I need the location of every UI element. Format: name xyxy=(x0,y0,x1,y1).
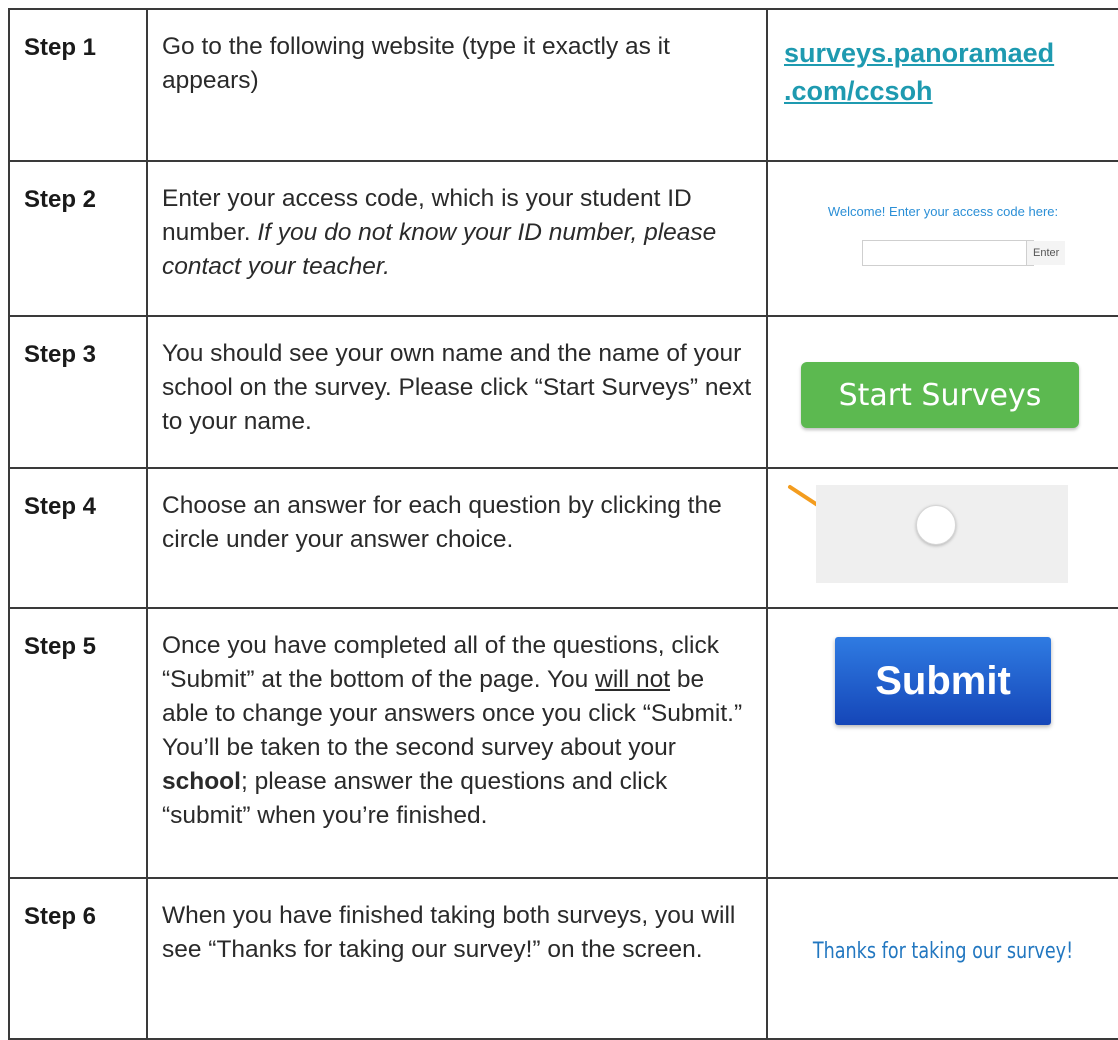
start-surveys-button[interactable]: Start Surveys xyxy=(801,362,1079,428)
thanks-message: Thanks for taking our survey! xyxy=(812,939,1074,964)
step-row-1: Step 1 Go to the following website (type… xyxy=(8,8,1118,162)
step-label: Step 5 xyxy=(24,633,97,660)
step-label: Step 3 xyxy=(24,341,97,368)
enter-button[interactable]: Enter xyxy=(1026,241,1066,265)
step-text: You should see your own name and the nam… xyxy=(162,340,752,435)
answer-choice-panel xyxy=(816,485,1068,583)
access-code-prompt: Welcome! Enter your access code here: xyxy=(827,204,1059,219)
step-text: Choose an answer for each question by cl… xyxy=(162,492,722,553)
step-row-2: Step 2 Enter your access code, which is … xyxy=(8,160,1118,317)
instructions-table: Step 1 Go to the following website (type… xyxy=(8,8,1118,1040)
step-text: When you have finished taking both surve… xyxy=(162,902,736,963)
step-text: Go to the following website (type it exa… xyxy=(162,33,670,94)
step-label: Step 6 xyxy=(24,903,97,930)
step-text-underline: will not xyxy=(595,666,671,693)
radio-circle-icon[interactable] xyxy=(916,505,956,545)
step-label: Step 4 xyxy=(24,493,97,520)
step-label: Step 2 xyxy=(24,186,97,213)
step-text-bold: school xyxy=(162,768,241,795)
step-text: Enter your access code, which is your st… xyxy=(148,162,766,284)
submit-button[interactable]: Submit xyxy=(835,637,1051,725)
access-code-form: Enter xyxy=(862,240,1066,266)
survey-url-link[interactable]: surveys.panoramaed .com/ccsoh xyxy=(784,34,1118,110)
step-row-4: Step 4 Choose an answer for each questio… xyxy=(8,467,1118,609)
step-label: Step 1 xyxy=(24,34,97,61)
step-text: Once you have completed all of the quest… xyxy=(148,609,766,833)
step-row-3: Step 3 You should see your own name and … xyxy=(8,315,1118,469)
step-row-6: Step 6 When you have finished taking bot… xyxy=(8,877,1118,1040)
step-row-5: Step 5 Once you have completed all of th… xyxy=(8,607,1118,879)
access-code-input[interactable] xyxy=(863,241,1026,265)
